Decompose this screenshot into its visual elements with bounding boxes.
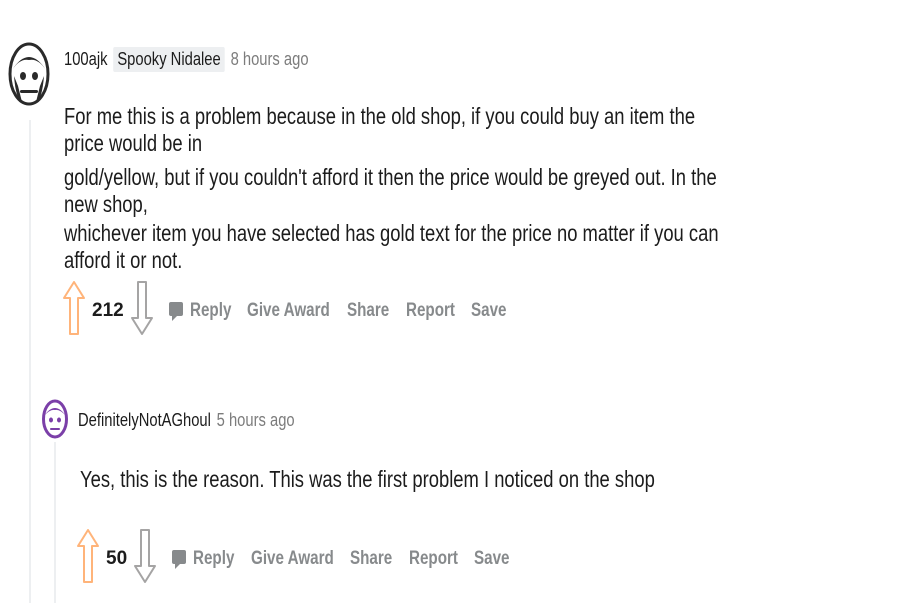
reply-thread-line[interactable] bbox=[54, 442, 56, 603]
comment-bubble-icon bbox=[172, 550, 187, 569]
give-award-label: Give Award bbox=[247, 300, 331, 321]
comment-line: For me this is a problem because in the … bbox=[64, 103, 696, 156]
reply-label: Reply bbox=[193, 548, 235, 569]
give-award-button[interactable]: Give Award bbox=[251, 548, 355, 570]
avatar[interactable] bbox=[8, 40, 50, 110]
comment-bubble-icon bbox=[168, 302, 183, 321]
upvote-button[interactable] bbox=[76, 527, 100, 591]
reply-label: Reply bbox=[189, 300, 232, 321]
reply-actions: 50 Reply Give Award Share Report Save bbox=[76, 528, 535, 590]
save-button[interactable]: Save bbox=[474, 548, 518, 570]
comment-line: whichever item you have selected has gol… bbox=[64, 220, 719, 273]
vote-score: 50 bbox=[106, 548, 128, 569]
vote-score: 212 bbox=[92, 300, 124, 321]
save-label: Save bbox=[471, 300, 507, 321]
upvote-icon bbox=[63, 281, 85, 335]
avatar-icon bbox=[8, 42, 50, 106]
upvote-button[interactable] bbox=[62, 279, 86, 343]
report-button[interactable]: Report bbox=[409, 548, 470, 570]
give-award-label: Give Award bbox=[250, 548, 334, 569]
save-button[interactable]: Save bbox=[471, 300, 515, 322]
comment-meta: 100ajk Spooky Nidalee 8 hours ago bbox=[64, 44, 309, 74]
comment-actions: 212 Reply Give Award Share Report Save bbox=[62, 280, 531, 342]
reply-meta: DefinitelyNotAGhoul 5 hours ago bbox=[78, 405, 295, 435]
reply-avatar[interactable] bbox=[42, 398, 68, 440]
upvote-icon bbox=[77, 529, 99, 583]
report-label: Report bbox=[409, 548, 459, 569]
share-label: Share bbox=[346, 300, 390, 321]
downvote-button[interactable] bbox=[133, 527, 157, 591]
avatar-icon bbox=[42, 399, 68, 439]
downvote-button[interactable] bbox=[130, 279, 154, 343]
downvote-icon bbox=[130, 281, 153, 335]
report-button[interactable]: Report bbox=[406, 300, 467, 322]
downvote-icon bbox=[134, 529, 157, 583]
reply-button[interactable]: Reply bbox=[168, 300, 242, 322]
reply-body: Yes, this is the reason. This was the fi… bbox=[80, 466, 655, 492]
share-button[interactable]: Share bbox=[350, 548, 403, 570]
comment-timestamp[interactable]: 8 hours ago bbox=[231, 49, 309, 70]
report-label: Report bbox=[405, 300, 455, 321]
save-label: Save bbox=[474, 548, 510, 569]
comment-line: gold/yellow, but if you couldn't afford … bbox=[64, 164, 717, 217]
author-flair: Spooky Nidalee bbox=[113, 46, 225, 72]
share-label: Share bbox=[350, 548, 393, 569]
reply-button[interactable]: Reply bbox=[171, 548, 245, 570]
comment-author[interactable]: 100ajk bbox=[64, 49, 107, 70]
thread-line[interactable] bbox=[29, 120, 31, 603]
give-award-button[interactable]: Give Award bbox=[247, 300, 351, 322]
reply-author[interactable]: DefinitelyNotAGhoul bbox=[78, 410, 211, 431]
share-button[interactable]: Share bbox=[347, 300, 400, 322]
reply-timestamp[interactable]: 5 hours ago bbox=[217, 410, 295, 431]
